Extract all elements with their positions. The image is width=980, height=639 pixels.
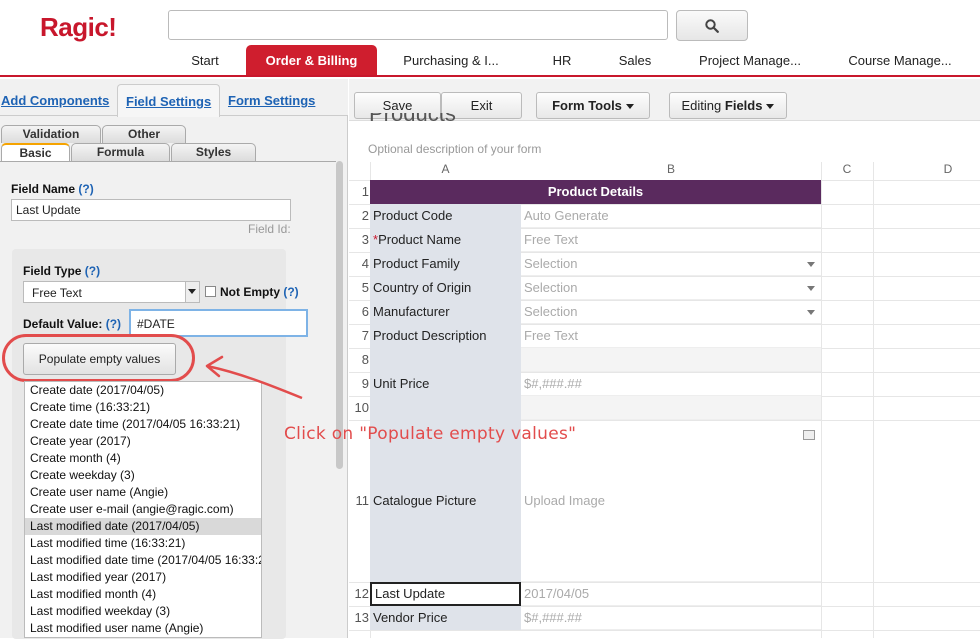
annotation-text: Click on "Populate empty values" — [284, 424, 577, 444]
annotation-arrow — [205, 355, 303, 400]
